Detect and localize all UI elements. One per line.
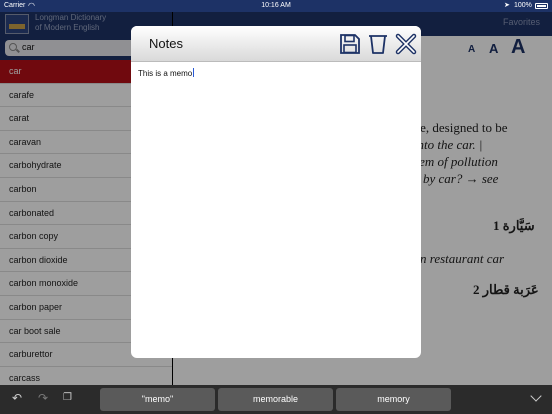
undo-icon[interactable]: ↶ bbox=[12, 391, 22, 405]
notes-dialog: Notes This is a memo bbox=[131, 26, 421, 358]
notes-header: Notes bbox=[131, 26, 421, 62]
keyboard-suggestion-bar: ↶ ↷ ❐ "memo" memorable memory bbox=[0, 385, 552, 414]
clock: 10:16 AM bbox=[261, 2, 291, 9]
suggestion-button[interactable]: "memo" bbox=[100, 388, 215, 411]
text-caret bbox=[193, 68, 195, 77]
battery-icon bbox=[535, 3, 548, 9]
redo-icon[interactable]: ↷ bbox=[38, 391, 48, 405]
battery-percent: 100% bbox=[514, 2, 532, 9]
notes-title: Notes bbox=[149, 36, 183, 51]
close-icon[interactable] bbox=[394, 32, 418, 56]
memo-textarea[interactable]: This is a memo bbox=[138, 68, 195, 78]
paste-icon[interactable]: ❐ bbox=[63, 392, 72, 403]
suggestion-button[interactable]: memory bbox=[336, 388, 451, 411]
memo-text: This is a memo bbox=[138, 69, 193, 78]
suggestion-button[interactable]: memorable bbox=[218, 388, 333, 411]
status-bar: Carrier ◠ 10:16 AM ➤ 100% bbox=[0, 0, 552, 12]
trash-icon[interactable] bbox=[366, 32, 390, 56]
save-icon[interactable] bbox=[338, 32, 362, 56]
dismiss-keyboard-icon[interactable] bbox=[530, 390, 542, 402]
location-icon: ➤ bbox=[504, 2, 510, 9]
